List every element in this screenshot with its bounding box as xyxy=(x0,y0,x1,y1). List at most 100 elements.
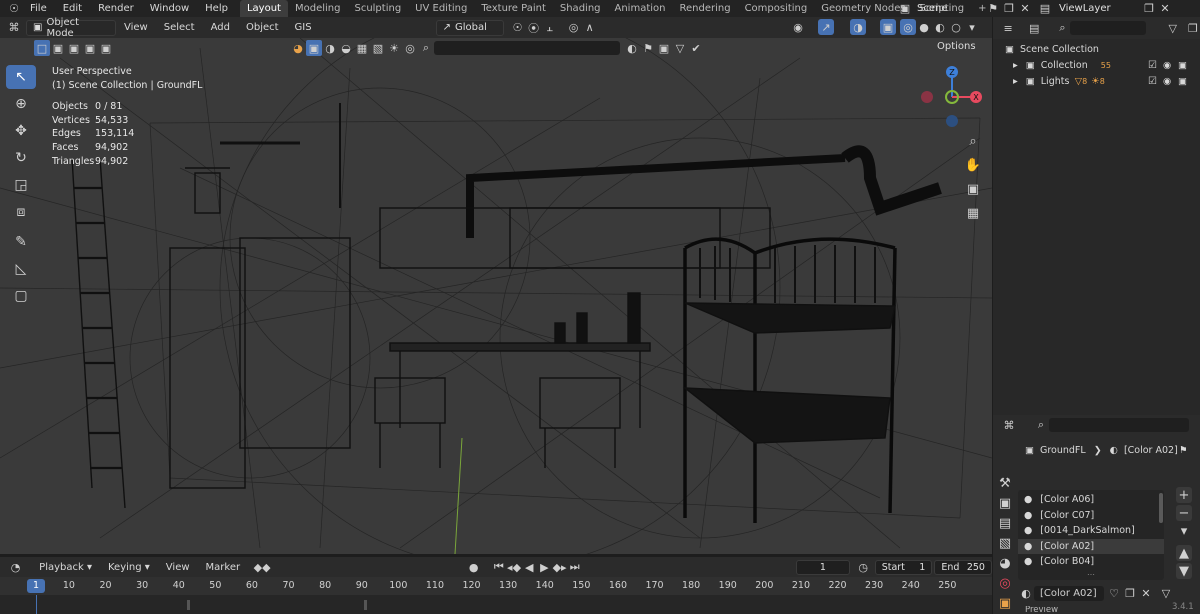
menu-file[interactable]: File xyxy=(22,3,55,14)
filter-funnel-icon[interactable]: ▽ xyxy=(672,40,688,56)
pivot-icon[interactable]: ☉ xyxy=(510,20,526,36)
menu-render[interactable]: Render xyxy=(90,3,142,14)
annotate-tool-icon[interactable]: ✎ xyxy=(6,230,36,254)
add-cube-tool-icon[interactable]: ▢ xyxy=(6,284,36,308)
tab-modeling[interactable]: Modeling xyxy=(288,0,348,17)
gizmo-toggle-icon[interactable]: ↗ xyxy=(818,19,834,35)
fake-user-icon[interactable]: ♡ xyxy=(1106,586,1122,602)
view-layer-name[interactable]: ViewLayer xyxy=(1053,3,1141,14)
start-frame-field[interactable]: Start 1 xyxy=(874,559,933,575)
properties-editor-icon[interactable]: ⌘ xyxy=(1001,417,1017,433)
expand-arrow-icon[interactable]: ▸ xyxy=(1013,60,1018,71)
move-tool-icon[interactable]: ✥ xyxy=(6,119,36,143)
jump-next-key-icon[interactable]: ◆▸ xyxy=(552,559,567,575)
scale-tool-icon[interactable]: ◲ xyxy=(6,173,36,197)
material-slot[interactable]: ● [Color A06] xyxy=(1018,492,1164,508)
menu-edit[interactable]: Edit xyxy=(55,3,90,14)
material-slot[interactable]: ● [Color C07] xyxy=(1018,508,1164,524)
tab-scene-icon[interactable]: ◕ xyxy=(995,553,1015,573)
transform-tool-icon[interactable]: ⧈ xyxy=(6,200,36,224)
keyframe-type-icon[interactable]: ◆◆ xyxy=(254,559,271,575)
end-frame-field[interactable]: End 250 xyxy=(934,559,992,575)
collection-checkbox[interactable]: ☑ xyxy=(1148,60,1157,71)
lights-eye-icon[interactable]: ◉ xyxy=(1163,76,1171,87)
sort-icon[interactable]: ▣ xyxy=(656,40,672,56)
proportional-edit-icon[interactable]: ◎ xyxy=(566,20,582,36)
menu-playback[interactable]: Playback ▾ xyxy=(31,562,100,573)
menu-timeline-view[interactable]: View xyxy=(158,562,198,573)
unlink-material-icon[interactable]: ✕ xyxy=(1138,586,1154,602)
filter-world-icon[interactable]: ◎ xyxy=(402,40,418,56)
filter-light-icon[interactable]: ☀ xyxy=(386,40,402,56)
menu-help[interactable]: Help xyxy=(197,3,236,14)
preview-panel-header[interactable]: Preview xyxy=(1025,606,1058,614)
expand-arrow-icon[interactable]: ▸ xyxy=(1013,76,1018,87)
falloff-icon[interactable]: ∧ xyxy=(582,20,598,36)
outliner-search-input[interactable] xyxy=(1069,21,1146,35)
tab-layout[interactable]: Layout xyxy=(239,0,288,17)
overlay-toggle-icon[interactable]: ◑ xyxy=(850,19,866,35)
outliner-scene-collection[interactable]: ▣ Scene Collection xyxy=(993,41,1200,57)
menu-add[interactable]: Add xyxy=(203,22,238,33)
current-frame-field[interactable]: 1 xyxy=(796,559,850,575)
measure-tool-icon[interactable]: ◺ xyxy=(6,257,36,281)
collection-eye-icon[interactable]: ◉ xyxy=(1163,60,1171,71)
material-slot[interactable]: ● [0014_DarkSalmon] xyxy=(1018,523,1164,539)
pan-hand-icon[interactable]: ✋ xyxy=(962,154,984,176)
select-box-new-icon[interactable]: □ xyxy=(34,40,50,56)
mode-dropdown[interactable]: ▣ Object Mode xyxy=(26,17,116,39)
navigation-gizmo[interactable]: Z X xyxy=(918,62,988,132)
outliner-item-collection[interactable]: ▸ ▣ Collection 55 ☑ ◉ ▣ xyxy=(993,57,1200,73)
new-view-layer-icon[interactable]: ❐ xyxy=(1141,1,1157,17)
link-type-icon[interactable]: ▽ xyxy=(1158,586,1174,602)
solid-shading-icon[interactable]: ● xyxy=(916,19,932,35)
scroll-handle[interactable] xyxy=(364,600,367,610)
wireframe-shading-icon[interactable]: ◎ xyxy=(900,19,916,35)
pin-scene-icon[interactable]: ⚑ xyxy=(985,1,1001,17)
browse-material-icon[interactable]: ◐ xyxy=(1018,586,1034,602)
view-layer-icon[interactable]: ▤ xyxy=(1037,1,1053,17)
shading-options-icon[interactable]: ▾ xyxy=(964,19,980,35)
scene-name[interactable]: Scene xyxy=(913,3,985,14)
slot-material-field[interactable]: [Color A02] xyxy=(1034,586,1104,601)
transform-orientation-dropdown[interactable]: ↗ Global xyxy=(435,19,504,36)
menu-gis[interactable]: GIS xyxy=(287,22,320,33)
rendered-shading-icon[interactable]: ○ xyxy=(948,19,964,35)
material-slot-selected[interactable]: ● [Color A02] xyxy=(1018,538,1164,554)
jump-prev-key-icon[interactable]: ◂◆ xyxy=(506,559,521,575)
menu-select[interactable]: Select xyxy=(156,22,203,33)
collection-camera-icon[interactable]: ▣ xyxy=(1178,60,1187,71)
timeline-editor-icon[interactable]: ◔ xyxy=(8,559,23,575)
ortho-grid-icon[interactable]: ▦ xyxy=(962,202,984,224)
slot-specials-icon[interactable]: ▾ xyxy=(1176,523,1192,539)
select-subtract-icon[interactable]: ▣ xyxy=(66,40,82,56)
tab-sculpting[interactable]: Sculpting xyxy=(347,0,408,17)
filter-image-icon[interactable]: ▧ xyxy=(370,40,386,56)
tab-texture-paint[interactable]: Texture Paint xyxy=(474,0,553,17)
select-extend-icon[interactable]: ▣ xyxy=(50,40,66,56)
new-scene-icon[interactable]: ❐ xyxy=(1001,1,1017,17)
check-icon[interactable]: ✔ xyxy=(688,40,704,56)
tab-rendering[interactable]: Rendering xyxy=(672,0,737,17)
tab-view-layer-icon[interactable]: ▧ xyxy=(995,533,1015,553)
3d-viewport[interactable]: ↖ ⊕ ✥ ↻ ◲ ⧈ ✎ ◺ ▢ User Perspective (1) S… xyxy=(0,38,992,554)
color-wheel-icon[interactable]: ◕ xyxy=(290,40,306,56)
options-button[interactable]: Options xyxy=(937,41,976,52)
menu-marker[interactable]: Marker xyxy=(198,562,249,573)
filter-sphere-icon[interactable]: ◑ xyxy=(322,40,338,56)
preview-range-icon[interactable]: ◷ xyxy=(856,559,871,575)
play-reverse-icon[interactable]: ◀ xyxy=(522,559,537,575)
lights-camera-icon[interactable]: ▣ xyxy=(1178,76,1187,87)
scene-icon[interactable]: ▣ xyxy=(897,1,913,17)
blender-logo-icon[interactable]: ☉ xyxy=(6,1,22,17)
move-slot-up-icon[interactable]: ▲ xyxy=(1176,545,1192,561)
select-invert-icon[interactable]: ▣ xyxy=(82,40,98,56)
outliner-filter-icon[interactable]: ▽ xyxy=(1166,20,1180,36)
visibility-icon[interactable]: ◉ xyxy=(790,19,806,35)
new-collection-icon[interactable]: ❐ xyxy=(1186,20,1200,36)
play-icon[interactable]: ▶ xyxy=(537,559,552,575)
tab-compositing[interactable]: Compositing xyxy=(738,0,815,17)
duplicate-material-icon[interactable]: ❐ xyxy=(1122,586,1138,602)
record-icon[interactable]: ● xyxy=(466,559,481,575)
tab-tool-icon[interactable]: ⚒ xyxy=(995,473,1015,493)
